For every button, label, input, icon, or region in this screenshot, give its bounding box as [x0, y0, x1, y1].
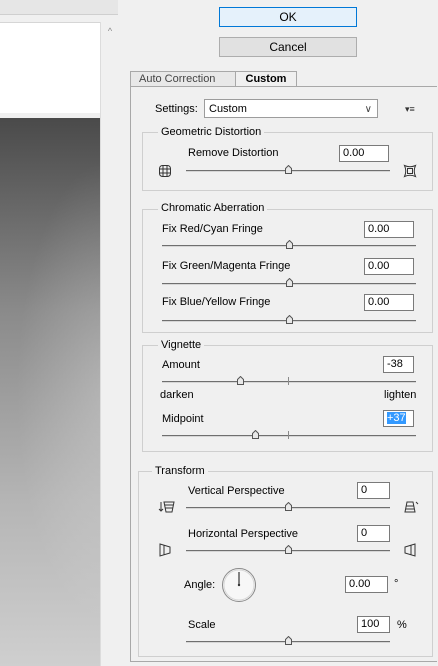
green-magenta-label: Fix Green/Magenta Fringe [162, 260, 291, 272]
preview-scrollbar[interactable]: ^ [100, 22, 119, 666]
transform-title: Transform [152, 465, 208, 477]
angle-field[interactable]: 0.00 [345, 576, 388, 593]
vertical-perspective-thumb[interactable] [284, 502, 292, 511]
ok-button[interactable]: OK [219, 7, 357, 27]
horizontal-perspective-thumb[interactable] [284, 545, 292, 554]
angle-unit: ° [394, 578, 399, 590]
darken-label: darken [160, 389, 194, 401]
vignette-title: Vignette [158, 339, 205, 351]
blue-yellow-field[interactable]: 0.00 [364, 294, 414, 311]
vertical-perspective-field[interactable]: 0 [357, 482, 390, 499]
remove-distortion-thumb[interactable] [284, 165, 292, 174]
remove-distortion-label: Remove Distortion [188, 147, 279, 159]
preview-tab-strip [0, 0, 118, 15]
vertical-perspective-label: Vertical Perspective [188, 485, 285, 497]
preview-frame [0, 22, 100, 113]
scroll-up-icon[interactable]: ^ [105, 26, 115, 36]
horizontal-perspective-left-icon [158, 543, 172, 560]
remove-distortion-field[interactable]: 0.00 [339, 145, 389, 162]
scale-thumb[interactable] [284, 636, 292, 645]
amount-field[interactable]: -38 [383, 356, 414, 373]
tab-auto-correction[interactable]: Auto Correction [130, 71, 236, 87]
green-magenta-field[interactable]: 0.00 [364, 258, 414, 275]
settings-select[interactable]: Custom ∨ [204, 99, 378, 118]
red-cyan-thumb[interactable] [285, 240, 293, 249]
blue-yellow-thumb[interactable] [285, 315, 293, 324]
blue-yellow-label: Fix Blue/Yellow Fringe [162, 296, 271, 308]
vertical-perspective-down-icon [158, 500, 176, 517]
midpoint-label: Midpoint [162, 413, 204, 425]
panel-menu-icon[interactable]: ▾≡ [405, 104, 415, 115]
cancel-button[interactable]: Cancel [219, 37, 357, 57]
preview-image [0, 118, 100, 666]
settings-value: Custom [209, 103, 247, 115]
scale-field[interactable]: 100 [357, 616, 390, 633]
horizontal-perspective-field[interactable]: 0 [357, 525, 390, 542]
scale-label: Scale [188, 619, 216, 631]
scale-unit: % [397, 619, 407, 631]
horizontal-perspective-right-icon [403, 543, 417, 560]
vertical-perspective-up-icon [401, 500, 419, 517]
tab-strip: Auto Correction Custom [130, 71, 438, 88]
midpoint-field[interactable]: +37 [383, 410, 414, 427]
midpoint-track[interactable] [162, 435, 416, 437]
chevron-down-icon: ∨ [364, 104, 372, 115]
midpoint-center-tick [288, 431, 289, 439]
chromatic-aberration-title: Chromatic Aberration [158, 202, 268, 214]
lighten-label: lighten [384, 389, 417, 401]
red-cyan-field[interactable]: 0.00 [364, 221, 414, 238]
angle-label: Angle: [184, 579, 216, 591]
midpoint-thumb[interactable] [252, 430, 260, 439]
amount-thumb[interactable] [237, 376, 245, 385]
geometric-distortion-title: Geometric Distortion [158, 126, 265, 138]
settings-label: Settings: [155, 103, 198, 115]
green-magenta-thumb[interactable] [285, 278, 293, 287]
amount-track[interactable] [162, 381, 416, 383]
horizontal-perspective-label: Horizontal Perspective [188, 528, 299, 540]
amount-center-tick [288, 377, 289, 385]
amount-label: Amount [162, 359, 200, 371]
barrel-icon [403, 164, 417, 181]
red-cyan-label: Fix Red/Cyan Fringe [162, 223, 263, 235]
angle-dial-icon[interactable] [221, 567, 257, 606]
pincushion-icon [158, 164, 172, 181]
geometric-distortion-group [142, 132, 433, 191]
